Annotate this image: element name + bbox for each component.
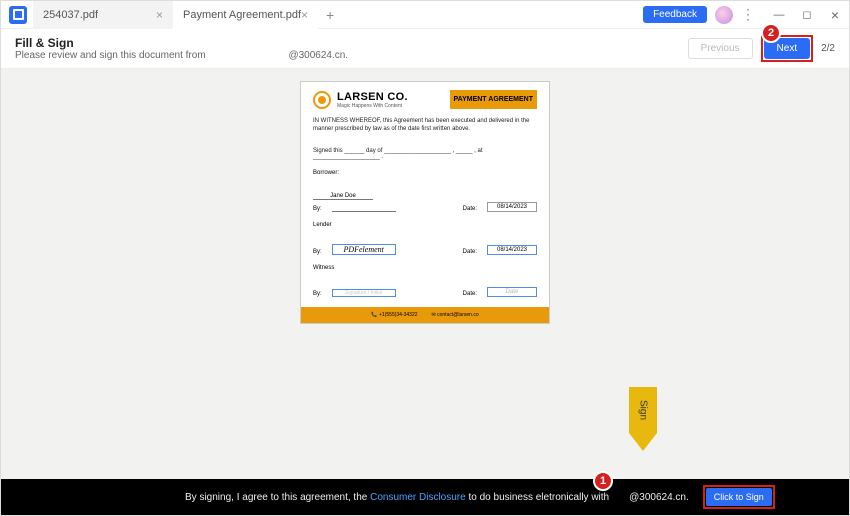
company-tagline: Magic Happens With Content xyxy=(337,103,444,109)
app-icon xyxy=(9,6,27,24)
sign-arrow-label: Sign xyxy=(638,400,649,420)
new-tab-button[interactable]: + xyxy=(318,7,342,23)
date-label: Date: xyxy=(463,206,477,212)
document-canvas[interactable]: LARSEN CO. Magic Happens With Content PA… xyxy=(1,69,849,479)
page-title: Fill & Sign xyxy=(15,36,348,50)
borrower-date-field[interactable]: 08/14/2023 xyxy=(487,202,537,212)
company-name: LARSEN CO. xyxy=(337,91,444,103)
company-logo-icon xyxy=(313,91,331,109)
callout-box-1: Click to Sign xyxy=(703,485,775,509)
close-window-button[interactable]: × xyxy=(821,1,849,29)
tab-doc-1[interactable]: 254037.pdf × xyxy=(33,1,173,29)
by-label: By: xyxy=(313,291,322,297)
signed-this-line: Signed this ______ day of ______________… xyxy=(313,148,537,160)
witness-signature-field[interactable]: Signature / Initial xyxy=(332,289,396,297)
footer-phone: 📞 +1(555)34-34322 xyxy=(371,312,417,318)
document-type-badge: PAYMENT AGREEMENT xyxy=(450,90,537,109)
lender-section-label: Lender xyxy=(313,222,537,228)
close-icon[interactable]: × xyxy=(156,8,163,22)
tab-label: 254037.pdf xyxy=(43,9,98,21)
sign-here-indicator: Sign xyxy=(629,387,657,457)
lender-signature-field[interactable]: PDFelement xyxy=(332,244,396,255)
bottom-domain: @300624.cn. xyxy=(629,492,689,503)
maximize-button[interactable]: ◻ xyxy=(793,1,821,29)
by-label: By: xyxy=(313,249,322,255)
borrower-section-label: Borrower: xyxy=(313,170,537,176)
header-bar: Fill & Sign Please review and sign this … xyxy=(1,29,849,69)
page-indicator: 2/2 xyxy=(821,43,835,54)
witness-date-field[interactable]: Date xyxy=(487,287,537,297)
window-controls: — ◻ × xyxy=(765,1,849,29)
lender-date-field[interactable]: 08/14/2023 xyxy=(487,245,537,255)
kebab-menu-icon[interactable]: ⋮ xyxy=(741,6,755,23)
date-label: Date: xyxy=(463,249,477,255)
borrower-signature-field[interactable] xyxy=(332,202,396,212)
previous-button[interactable]: Previous xyxy=(688,38,753,59)
tab-doc-2[interactable]: Payment Agreement.pdf × xyxy=(173,1,318,29)
feedback-button[interactable]: Feedback xyxy=(643,6,707,23)
footer-email: ✉ contact@larsen.co xyxy=(432,312,479,318)
document-page: LARSEN CO. Magic Happens With Content PA… xyxy=(300,81,550,324)
page-subtitle: Please review and sign this document fro… xyxy=(15,50,348,61)
callout-badge-1: 1 xyxy=(593,471,613,491)
click-to-sign-button[interactable]: Click to Sign xyxy=(706,488,772,506)
tab-label: Payment Agreement.pdf xyxy=(183,9,301,21)
witness-whereof-text: IN WITNESS WHEREOF, this Agreement has b… xyxy=(313,117,537,134)
callout-badge-2: 2 xyxy=(761,23,781,43)
titlebar: 254037.pdf × Payment Agreement.pdf × + F… xyxy=(1,1,849,29)
consumer-disclosure-link[interactable]: Consumer Disclosure xyxy=(370,492,466,503)
avatar[interactable] xyxy=(715,6,733,24)
date-label: Date: xyxy=(463,291,477,297)
agreement-text: By signing, I agree to this agreement, t… xyxy=(185,492,609,503)
document-footer: 📞 +1(555)34-34322 ✉ contact@larsen.co xyxy=(301,307,549,323)
borrower-name-field[interactable]: Jane Doe xyxy=(313,193,373,200)
by-label: By: xyxy=(313,206,322,212)
bottom-bar: By signing, I agree to this agreement, t… xyxy=(1,479,849,515)
close-icon[interactable]: × xyxy=(301,8,308,22)
witness-section-label: Witness xyxy=(313,265,537,271)
